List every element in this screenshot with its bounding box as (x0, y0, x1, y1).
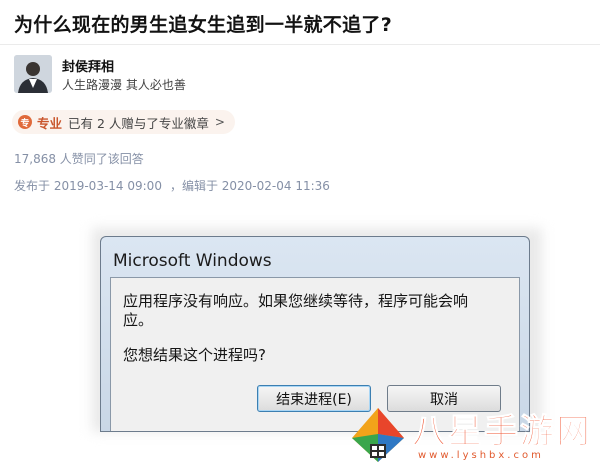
question-title[interactable]: 为什么现在的男生追女生追到一半就不追了? (14, 10, 586, 37)
avatar[interactable] (14, 55, 52, 93)
badge-text: 已有 2 人赠与了专业徽章 (68, 115, 209, 131)
watermark-url: www.lyshbx.com (418, 450, 544, 461)
avatar-image (14, 55, 52, 93)
author-name[interactable]: 封侯拜相 (62, 56, 114, 75)
edited-date[interactable]: ，编辑于 2020-02-04 11:36 (170, 179, 330, 193)
badge-label: 专业 (37, 115, 63, 131)
answer-dates: 发布于 2019-03-14 09:00 ，编辑于 2020-02-04 11:3… (14, 177, 330, 194)
chevron-right-icon: > (214, 115, 225, 129)
vote-count: 17,868 人赞同了该回答 (14, 152, 144, 166)
dialog-question: 您想结果这个进程吗? (123, 346, 266, 364)
title-divider (0, 44, 600, 45)
watermark-logo: 八星手游网 www.lyshbx.com (348, 400, 598, 468)
badge-pill[interactable]: 专 专业 已有 2 人赠与了专业徽章 > (12, 110, 235, 134)
watermark-brand: 八星手游网 (412, 412, 592, 453)
watermark-mark-icon (352, 408, 404, 462)
dialog-title: Microsoft Windows (113, 251, 272, 271)
author-info: 封侯拜相 人生路漫漫 其人必也善 (14, 55, 414, 95)
author-bio: 人生路漫漫 其人必也善 (62, 78, 186, 92)
badge-icon: 专 (18, 115, 32, 129)
published-date: 发布于 2019-03-14 09:00 (14, 179, 162, 193)
dialog-message: 应用程序没有响应。如果您继续等待，程序可能会响应。 (123, 292, 469, 329)
